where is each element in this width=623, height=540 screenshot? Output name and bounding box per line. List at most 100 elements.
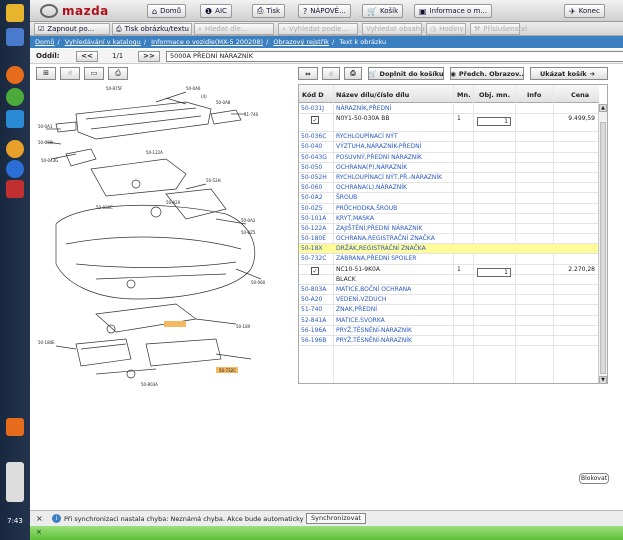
col-price[interactable]: Cena [571, 91, 589, 99]
accessories-button[interactable]: ⚒ Příslušenství [470, 23, 527, 35]
hand-icon[interactable]: ☝ [322, 67, 340, 80]
app-icon-3[interactable] [6, 140, 24, 158]
part-code[interactable]: 50-0Z5 [301, 204, 323, 214]
part-code[interactable]: 50-101A [301, 214, 326, 224]
breadcrumb-vehicle[interactable]: Informace o vozidle(MX-5 200208) [151, 38, 263, 46]
part-code[interactable]: 50-050 [301, 163, 322, 173]
part-name[interactable]: MATICE,SVORKA [336, 316, 385, 326]
part-name[interactable]: PRYŽ,TĚSNĚNÍ-NÁRAZNÍK [336, 336, 412, 346]
part-code[interactable]: 50-122A [301, 224, 326, 234]
col-code[interactable]: Kód D [302, 91, 324, 99]
part-name[interactable]: DRŽÁK,REGISTRAČNÍ ZNAČKA [336, 244, 426, 254]
part-code[interactable]: 50-803A [301, 285, 326, 295]
block-button[interactable]: Blokovat [579, 473, 609, 484]
fit-image-icon[interactable]: ⊞ [36, 67, 56, 80]
table-row[interactable]: 50-18X DRŽÁK,REGISTRAČNÍ ZNAČKA [299, 244, 599, 255]
app-icon-4[interactable] [6, 160, 24, 178]
next-page-button[interactable]: >> [138, 51, 160, 62]
table-row[interactable]: ✓ NC10-51-9K0A 1 1 2.270,28 [299, 265, 599, 277]
part-code[interactable]: 50-060 [301, 183, 322, 193]
search-by-button[interactable]: ⌕ Hledat dle... [194, 23, 274, 35]
table-row[interactable]: 50-040 VÝZTUHA,NÁRAZNÍK-PŘEDNÍ [299, 142, 599, 153]
zoom-100-icon[interactable]: ▭ [84, 67, 104, 80]
parts-diagram[interactable]: 50-875F 50-0A6 (4) 50-0A8 51-740 50-0A1 … [36, 84, 290, 402]
part-name[interactable]: VÝZTUHA,NÁRAZNÍK-PŘEDNÍ [336, 142, 421, 152]
table-row[interactable]: 50-122A ZAJIŠTĚNÍ,PŘEDNÍ NÁRAZNÍK [299, 224, 599, 235]
part-name[interactable]: OCHRANA(P),NÁRAZNÍK [336, 163, 407, 173]
prev-page-button[interactable]: << [76, 51, 98, 62]
table-row[interactable]: ✓ N0Y1-50-030A BB 1 1 9.499,59 [299, 114, 599, 133]
app-icon-5[interactable] [6, 180, 24, 198]
table-row[interactable]: 50-050 OCHRANA(P),NÁRAZNÍK [299, 163, 599, 173]
part-code[interactable]: 50-052H [301, 173, 327, 183]
breadcrumb-home[interactable]: Domů [35, 38, 54, 46]
row-checkbox[interactable]: ✓ [311, 116, 319, 125]
prev-image-button[interactable]: ◉ Předch. Obrazov.. [450, 67, 524, 80]
part-name[interactable]: KRYT,MASKA [336, 214, 374, 224]
table-row[interactable]: 50-052H RYCHLOUPÍNACÍ NÝT,PŘ.-NÁRAZNÍK [299, 173, 599, 184]
table-row[interactable]: 50-0Z5 PRŮCHODKA,ŠROUB [299, 204, 599, 214]
close-notification-icon[interactable]: × [36, 528, 42, 536]
cart-button[interactable]: 🛒 Košík [362, 4, 404, 18]
part-code[interactable]: 50-732C [301, 254, 326, 264]
help-button[interactable]: ? NÁPOVĚ... [298, 4, 351, 18]
section-select[interactable]: 5000A PŘEDNÍ NÁRAZNÍK ▼ [166, 51, 623, 62]
part-name[interactable]: POSUVNÝ,PŘEDNÍ NÁRAZNÍK [336, 153, 422, 163]
chrome-icon[interactable] [6, 88, 24, 106]
part-code[interactable]: 50-031J [301, 104, 324, 114]
tray-icons[interactable] [6, 462, 24, 502]
scroll-up-icon[interactable]: ▲ [599, 104, 607, 112]
hours-button[interactable]: ◷ Hodiny [426, 23, 466, 35]
part-code[interactable]: 50-040 [301, 142, 322, 152]
table-row[interactable]: 52-841A MATICE,SVORKA [299, 316, 599, 326]
table-row[interactable]: 50-101A KRYT,MASKA [299, 214, 599, 224]
search-vin-button[interactable]: ⌕ Vyhledat podle... [278, 23, 358, 35]
part-name[interactable]: RYCHLOUPÍNACÍ NÝT,PŘ.-NÁRAZNÍK [336, 173, 442, 183]
save-po-button[interactable]: ☑ Zapnout po... [34, 23, 110, 35]
add-to-cart-button[interactable]: 🛒 Doplnit do košíku [368, 67, 444, 80]
model-info-button[interactable]: ▣ Informace o m... [414, 4, 493, 18]
print-button[interactable]: ⎙ Tisk [252, 4, 286, 18]
app-icon-6[interactable] [6, 418, 24, 436]
part-name[interactable]: OCHRANA,REGISTRAČNÍ ZNAČKA [336, 234, 435, 244]
table-row[interactable]: 50-060 OCHRANA(L),NÁRAZNÍK [299, 183, 599, 194]
part-code[interactable]: 52-841A [301, 316, 326, 326]
exit-button[interactable]: ✈ Konec [564, 4, 605, 18]
col-order-quantity[interactable]: Obj. mn. [479, 91, 510, 99]
breadcrumb-register[interactable]: Obrazový rejstřík [273, 38, 329, 46]
table-row[interactable]: 50-180E OCHRANA,REGISTRAČNÍ ZNAČKA [299, 234, 599, 245]
table-row[interactable]: 56-196A PRYŽ,TĚSNĚNÍ-NÁRAZNÍK [299, 326, 599, 336]
part-code[interactable]: 50-180E [301, 234, 326, 244]
row-checkbox[interactable]: ✓ [311, 266, 319, 275]
part-name[interactable]: ZNAK,PŘEDNÍ [336, 305, 377, 315]
table-scrollbar[interactable]: ▲ ▼ [598, 104, 607, 383]
col-name[interactable]: Název dílu/číslo dílu [336, 91, 409, 99]
breadcrumb-catalog[interactable]: Vyhledávání v katalogu [65, 38, 141, 46]
sync-button[interactable]: Synchronizovat [306, 513, 366, 524]
zoom-hand-icon[interactable]: ☝ [60, 67, 80, 80]
part-name[interactable]: RYCHLOUPÍNACÍ NÝT [336, 132, 398, 142]
print-diagram-icon[interactable]: ⎙ [108, 67, 128, 80]
part-code[interactable]: 50-043G [301, 153, 327, 163]
table-row[interactable]: 50-031J NÁRAZNÍK,PŘEDNÍ [299, 104, 599, 115]
part-name[interactable]: ŠROUB [336, 193, 357, 203]
show-cart-button[interactable]: Ukázat košík ➔ [530, 67, 608, 80]
table-row[interactable]: BLACK [299, 275, 599, 285]
table-row[interactable]: 50-A20 VEDENÍ,VZDUCH [299, 295, 599, 306]
part-code[interactable]: 51-740 [301, 305, 322, 315]
part-code[interactable]: 50-0A2 [301, 193, 323, 203]
table-row[interactable]: 50-0A2 ŠROUB [299, 193, 599, 204]
search-content-button[interactable]: Vyhledat obsahu [362, 23, 425, 35]
part-name[interactable]: NÁRAZNÍK,PŘEDNÍ [336, 104, 391, 114]
table-row[interactable]: 51-740 ZNAK,PŘEDNÍ [299, 305, 599, 316]
table-row[interactable]: 50-043G POSUVNÝ,PŘEDNÍ NÁRAZNÍK [299, 153, 599, 163]
col-quantity[interactable]: Mn. [457, 91, 471, 99]
toggle-view-icon[interactable]: ⇔ [298, 67, 318, 80]
part-name[interactable]: ZAJIŠTĚNÍ,PŘEDNÍ NÁRAZNÍK [336, 224, 422, 234]
part-code[interactable]: 50-036C [301, 132, 326, 142]
print-image-button[interactable]: ⎙ Tisk obrázku/textu [112, 23, 192, 35]
print-list-icon[interactable]: ⎙ [344, 67, 362, 80]
part-name[interactable]: ZÁBRANA,PŘEDNÍ SPOILER [336, 254, 416, 264]
firefox-icon[interactable] [6, 66, 24, 84]
part-name[interactable]: PRŮCHODKA,ŠROUB [336, 204, 397, 214]
